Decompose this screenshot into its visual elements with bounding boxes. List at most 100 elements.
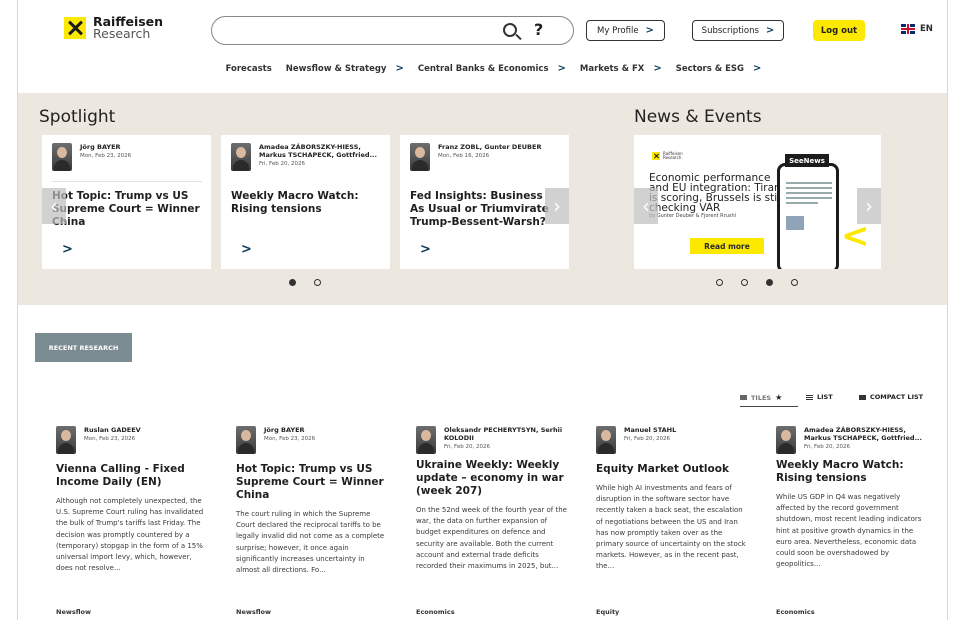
carousel-prev-button[interactable]: ‹ [42, 188, 66, 224]
pagination-dot-active[interactable] [289, 279, 296, 286]
research-category[interactable]: Newsflow [236, 608, 271, 616]
chevron-right-icon: > [645, 25, 654, 36]
research-summary: While high AI investments and fears of d… [596, 484, 746, 571]
my-profile-label: My Profile [597, 25, 639, 36]
news-byline: by Gunter Deuber & Fjorent Rrushi [649, 213, 737, 219]
research-summary: On the 52nd week of the fourth year of t… [416, 506, 567, 571]
research-card[interactable]: Manuel STAHL Fri, Feb 20, 2026 Equity Ma… [575, 426, 748, 573]
news-event-banner[interactable]: Raiffeisen Research Economic performance … [634, 135, 881, 269]
avatar [776, 426, 796, 454]
chevron-right-icon[interactable]: > [62, 242, 73, 257]
pagination-dot[interactable] [791, 279, 798, 286]
publish-date: Fri, Feb 20, 2026 [624, 436, 671, 442]
research-category[interactable]: Newsflow [56, 608, 91, 616]
pagination-dot[interactable] [741, 279, 748, 286]
raiffeisen-small-logo: Raiffeisen Research [652, 152, 683, 160]
logo-sub: Research [93, 26, 151, 41]
recent-research-button[interactable]: RECENT RESEARCH [35, 333, 132, 362]
nav-sectors-esg[interactable]: Sectors & ESG > [676, 63, 762, 74]
language-label: EN [920, 24, 933, 34]
author-name: Amadea ZÁBORSZKY-HIESS, [804, 426, 906, 434]
pagination-dot[interactable] [314, 279, 321, 286]
pin-icon: ★ [775, 393, 783, 402]
nav-newsflow-strategy[interactable]: Newsflow & Strategy > [286, 63, 404, 74]
chevron-right-icon: > [753, 63, 762, 74]
my-profile-button[interactable]: My Profile > [586, 20, 665, 41]
publish-date: Fri, Feb 20, 2026 [804, 444, 851, 450]
subscriptions-button[interactable]: Subscriptions > [692, 20, 784, 41]
carousel-next-button[interactable]: › [545, 188, 569, 224]
view-tiles-option[interactable]: TILES ★ [740, 393, 782, 402]
research-category[interactable]: Economics [416, 608, 455, 616]
nav-label: Markets & FX [579, 63, 645, 74]
spotlight-card[interactable]: Amadea ZÁBORSZKY-HIESS, Markus TSCHAPECK… [221, 135, 390, 269]
research-summary: Although not completely unexpected, the … [56, 497, 204, 573]
nav-label: Central Banks & Economics [417, 63, 549, 74]
spotlight-title: Spotlight [39, 107, 116, 127]
pagination-dot[interactable] [716, 279, 723, 286]
spotlight-pagination [289, 279, 321, 286]
main-nav: Forecasts Newsflow & Strategy > Central B… [18, 63, 947, 74]
active-view-underline [740, 406, 798, 407]
news-events-title: News & Events [634, 107, 762, 127]
nav-markets-fx[interactable]: Markets & FX > [580, 63, 662, 74]
news-prev-button[interactable]: ‹ [634, 188, 658, 224]
author-name: Ruslan GADEEV [84, 426, 141, 434]
research-category[interactable]: Equity [596, 608, 619, 616]
page-frame: Raiffeisen Research ? My Profile > Subsc… [17, 0, 948, 620]
nav-central-banks-economics[interactable]: Central Banks & Economics > [418, 63, 566, 74]
view-tiles-label: TILES [751, 393, 772, 402]
search-icon[interactable] [503, 23, 517, 37]
view-list-option[interactable]: LIST [806, 393, 833, 401]
read-more-button[interactable]: Read more [690, 238, 764, 254]
help-icon[interactable]: ? [534, 20, 543, 39]
view-list-label: LIST [817, 393, 833, 401]
publish-date: Mon, Feb 23, 2026 [80, 153, 132, 159]
raiffeisen-logo[interactable]: Raiffeisen Research [64, 15, 163, 41]
language-switch[interactable]: EN [901, 24, 933, 34]
view-compact-option[interactable]: COMPACT LIST [859, 393, 923, 401]
news-headline: Economic performance and EU integration:… [649, 172, 788, 214]
subscriptions-label: Subscriptions [701, 25, 759, 36]
publish-date: Mon, Feb 16, 2026 [438, 153, 490, 159]
seenews-logo: SeeNews [785, 154, 829, 167]
research-card[interactable]: Ruslan GADEEV Mon, Feb 23, 2026 Vienna C… [35, 426, 205, 574]
spotlight-card[interactable]: Franz ZOBL, Gunter DEUBER Mon, Feb 16, 2… [400, 135, 569, 269]
nav-label: Sectors & ESG [675, 63, 745, 74]
pagination-dot-active[interactable] [766, 279, 773, 286]
chevron-right-icon[interactable]: > [420, 242, 431, 257]
spotlight-card[interactable]: Jörg BAYER Mon, Feb 23, 2026 Hot Topic: … [42, 135, 211, 269]
news-next-button[interactable]: › [857, 188, 881, 224]
card-title[interactable]: Weekly Macro Watch: Rising tensions [231, 190, 381, 216]
author-name-continued: Markus TSCHAPECK, Gottfried... [259, 151, 377, 159]
raiffeisen-logo-icon [64, 17, 86, 39]
avatar [410, 143, 430, 171]
card-title[interactable]: Fed Insights: Business As Usual or Trium… [410, 190, 560, 229]
research-category[interactable]: Economics [776, 608, 815, 616]
search-input[interactable] [224, 21, 484, 41]
compact-list-icon [859, 394, 866, 400]
raiffeisen-logo-icon [652, 152, 660, 160]
nav-forecasts[interactable]: Forecasts [226, 63, 272, 74]
research-title[interactable]: Weekly Macro Watch: Rising tensions [776, 459, 928, 485]
research-title[interactable]: Hot Topic: Trump vs US Supreme Court = W… [236, 463, 388, 502]
avatar [596, 426, 616, 454]
research-card[interactable]: Amadea ZÁBORSZKY-HIESS, Markus TSCHAPECK… [755, 426, 925, 570]
card-title[interactable]: Hot Topic: Trump vs US Supreme Court = W… [52, 190, 202, 229]
research-title[interactable]: Equity Market Outlook [596, 463, 748, 476]
news-pagination [716, 279, 798, 286]
research-title[interactable]: Ukraine Weekly: Weekly update – economy … [416, 459, 568, 498]
research-title[interactable]: Vienna Calling - Fixed Income Daily (EN) [56, 463, 208, 489]
avatar [52, 143, 72, 171]
research-card[interactable]: Oleksandr PECHERYTSYN, Serhii KOLODII Fr… [395, 426, 568, 572]
logo-sub: Research [663, 155, 682, 160]
research-summary: While US GDP in Q4 was negatively affect… [776, 493, 922, 569]
research-card[interactable]: Jörg BAYER Mon, Feb 23, 2026 Hot Topic: … [215, 426, 385, 576]
publish-date: Mon, Feb 23, 2026 [264, 436, 316, 442]
search-bar: ? [211, 16, 574, 45]
chevron-right-icon[interactable]: > [241, 242, 252, 257]
avatar [416, 426, 436, 454]
logout-button[interactable]: Log out [813, 20, 865, 41]
uk-flag-icon [901, 24, 915, 34]
author-name: Franz ZOBL, Gunter DEUBER [438, 143, 542, 151]
